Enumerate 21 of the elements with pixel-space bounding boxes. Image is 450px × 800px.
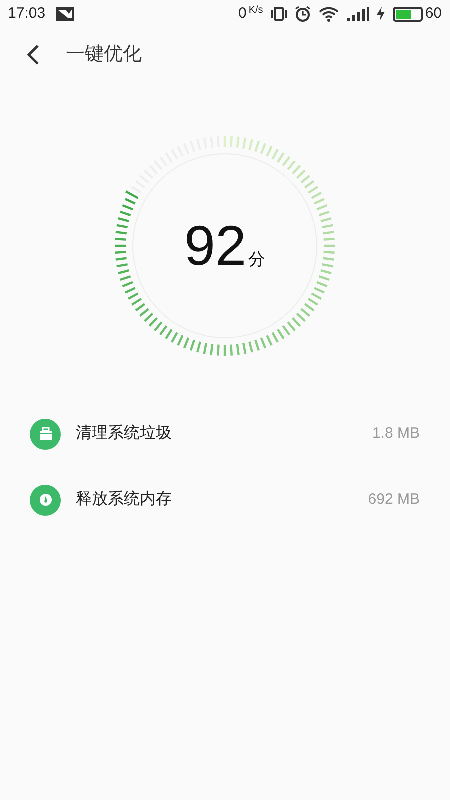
item-value: 692 MB bbox=[368, 490, 420, 510]
list-item[interactable]: 释放系统内存 692 MB bbox=[0, 467, 450, 533]
suitcase-icon bbox=[38, 427, 52, 441]
image-notification-icon bbox=[56, 7, 74, 21]
battery-percent: 60 bbox=[425, 4, 442, 24]
charging-icon bbox=[377, 7, 386, 21]
alarm-icon bbox=[295, 6, 312, 22]
signal-icon bbox=[347, 7, 370, 21]
gauge-icon bbox=[38, 493, 52, 507]
speed-unit: K/s bbox=[248, 4, 264, 18]
network-speed: 0 bbox=[238, 4, 247, 24]
back-icon[interactable] bbox=[26, 44, 40, 66]
page-title: 一键优化 bbox=[66, 42, 142, 67]
item-value: 1.8 MB bbox=[372, 424, 420, 444]
item-label: 清理系统垃圾 bbox=[76, 424, 173, 444]
item-label: 释放系统内存 bbox=[76, 490, 173, 510]
status-time: 17:03 bbox=[8, 4, 46, 24]
battery-icon bbox=[393, 6, 424, 22]
list-item[interactable]: 清理系统垃圾 1.8 MB bbox=[0, 401, 450, 467]
wifi-icon bbox=[319, 6, 340, 22]
vibrate-icon bbox=[271, 7, 288, 21]
